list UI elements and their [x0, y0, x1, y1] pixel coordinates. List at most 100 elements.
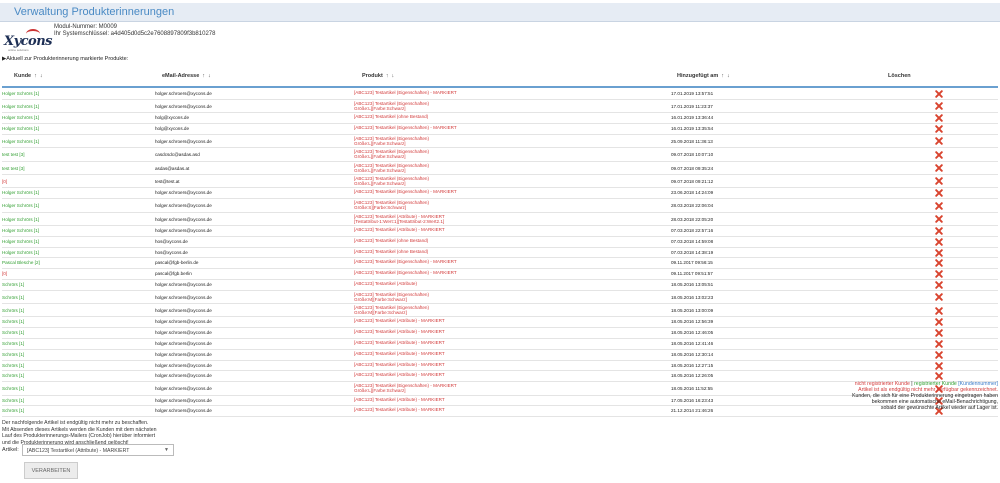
- email-cell: casdcsdc@asdas.asd: [155, 152, 200, 158]
- email-cell: holger.schroers@xycons.de: [155, 216, 212, 222]
- sort-asc-icon[interactable]: ↑: [721, 73, 724, 79]
- artikel-select[interactable]: [ABC123] Testartikel (Attribute) - MARKI…: [22, 444, 174, 456]
- product-link[interactable]: [ABC123] Testartikel (Eigenschaften) Größ…: [354, 200, 429, 210]
- customer-link[interactable]: [0]: [2, 271, 7, 276]
- customer-link[interactable]: Holger Schrörs [1]: [2, 190, 39, 195]
- customer-link[interactable]: Holger Schrörs [1]: [2, 126, 39, 131]
- delete-icon[interactable]: [935, 293, 943, 301]
- verarbeiten-button[interactable]: VERARBEITEN: [24, 462, 78, 479]
- product-line: [ABC123] Testartikel (Eigenschaften): [354, 162, 429, 168]
- sort-asc-icon[interactable]: ↑: [202, 73, 205, 79]
- product-link[interactable]: [ABC123] Testartikel (Eigenschaften) Größ…: [354, 136, 429, 146]
- customer-link[interactable]: Holger Schrörs [1]: [2, 217, 39, 222]
- delete-icon[interactable]: [935, 281, 943, 289]
- customer-link[interactable]: Schrörs [1]: [2, 386, 24, 391]
- product-link[interactable]: [ABC123] Testartikel (Attribute) - MARKI…: [354, 329, 445, 334]
- product-link[interactable]: [ABC123] Testartikel (Attribute) - MARKI…: [354, 214, 445, 224]
- delete-icon[interactable]: [935, 189, 943, 198]
- product-link[interactable]: [ABC123] Testartikel (Eigenschaften) Größ…: [354, 305, 429, 315]
- sort-desc-icon[interactable]: ↓: [208, 73, 211, 79]
- delete-icon[interactable]: [935, 318, 943, 327]
- product-link[interactable]: [ABC123] Testartikel (Attribute) - MARKI…: [354, 362, 445, 367]
- delete-icon[interactable]: [935, 201, 943, 210]
- table-row: [0] pascal@fgb.berlin [ABC123] Testartikel…: [2, 269, 998, 280]
- delete-icon[interactable]: [935, 270, 943, 278]
- delete-icon[interactable]: [935, 361, 943, 370]
- product-link[interactable]: [ABC123] Testartikel (Attribute) - MARKI…: [354, 227, 445, 232]
- customer-link[interactable]: Holger Schrörs [1]: [2, 115, 39, 120]
- customer-link[interactable]: Schrörs [1]: [2, 373, 24, 378]
- sort-desc-icon[interactable]: ↓: [727, 73, 730, 79]
- delete-icon[interactable]: [935, 259, 943, 268]
- customer-link[interactable]: Schrörs [1]: [2, 330, 24, 335]
- customer-link[interactable]: Holger Schrörs [1]: [2, 250, 39, 255]
- product-link[interactable]: [ABC123] Testartikel (Eigenschaften) Größ…: [354, 176, 429, 186]
- section-label[interactable]: ▶Aktuell zur Produkterinnerung markierte…: [2, 56, 128, 62]
- delete-icon[interactable]: [935, 150, 943, 159]
- product-link[interactable]: [ABC123] Testartikel (Eigenschaften) Größ…: [354, 101, 429, 111]
- delete-icon[interactable]: [935, 164, 943, 172]
- product-link[interactable]: [ABC123] Testartikel (Attribute) - MARKI…: [354, 407, 445, 412]
- customer-link[interactable]: Holger Schrörs [1]: [2, 104, 39, 109]
- product-link[interactable]: [ABC123] Testartikel (Attribute): [354, 281, 417, 286]
- product-link[interactable]: [ABC123] Testartikel (Eigenschaften) - M…: [354, 125, 457, 130]
- customer-link[interactable]: Schrörs [1]: [2, 308, 24, 313]
- customer-link[interactable]: Holger Schrörs [1]: [2, 228, 39, 233]
- customer-link[interactable]: Holger Schrörs [1]: [2, 91, 39, 96]
- sort-asc-icon[interactable]: ↑: [34, 73, 37, 79]
- customer-link[interactable]: test test [3]: [2, 166, 24, 171]
- product-link[interactable]: [ABC123] Testartikel (Attribute) - MARKI…: [354, 397, 445, 402]
- customer-link[interactable]: Schrörs [1]: [2, 408, 24, 413]
- product-link[interactable]: [ABC123] Testartikel (Eigenschaften) - M…: [354, 270, 457, 275]
- delete-icon[interactable]: [935, 372, 943, 381]
- product-link[interactable]: [ABC123] Testartikel (Eigenschaften) - M…: [354, 90, 457, 95]
- customer-link[interactable]: [0]: [2, 179, 7, 184]
- sort-asc-icon[interactable]: ↑: [386, 73, 389, 79]
- delete-icon[interactable]: [935, 329, 943, 338]
- product-link[interactable]: [ABC123] Testartikel (Attribute) - MARKI…: [354, 340, 445, 345]
- product-link[interactable]: [ABC123] Testartikel (Eigenschaften) Größ…: [354, 163, 429, 173]
- product-link[interactable]: [ABC123] Testartikel (Attribute) - MARKI…: [354, 351, 445, 356]
- delete-icon[interactable]: [935, 125, 943, 133]
- delete-icon[interactable]: [935, 114, 943, 122]
- customer-link[interactable]: Holger Schrörs [1]: [2, 139, 39, 144]
- product-line: Größe:L][Farbe:Schwarz]: [354, 180, 406, 186]
- customer-link[interactable]: Schrörs [1]: [2, 363, 24, 368]
- delete-icon[interactable]: [935, 351, 943, 359]
- product-link[interactable]: [ABC123] Testartikel (Attribute) - MARKI…: [354, 372, 445, 377]
- delete-icon[interactable]: [935, 215, 943, 223]
- customer-link[interactable]: Holger Schrörs [1]: [2, 203, 39, 208]
- customer-link[interactable]: Schrörs [1]: [2, 341, 24, 346]
- product-link[interactable]: [ABC123] Testartikel (Attribute) - MARKI…: [354, 318, 445, 323]
- delete-icon[interactable]: [935, 102, 943, 111]
- product-link[interactable]: [ABC123] Testartikel (ohne Bestand): [354, 249, 428, 254]
- customer-link[interactable]: test test [3]: [2, 152, 24, 157]
- customer-link[interactable]: Schrörs [1]: [2, 352, 24, 357]
- customer-link[interactable]: Schrörs [1]: [2, 282, 24, 287]
- email-cell: holger.schroers@xycons.de: [155, 319, 212, 325]
- delete-icon[interactable]: [935, 248, 943, 257]
- customer-link[interactable]: Schrörs [1]: [2, 398, 24, 403]
- customer-link[interactable]: Holger Schrörs [1]: [2, 239, 39, 244]
- product-line: [ABC123] Testartikel (Attribute) - MARKI…: [354, 226, 445, 232]
- delete-icon[interactable]: [935, 137, 943, 146]
- delete-icon[interactable]: [935, 340, 943, 348]
- delete-icon[interactable]: [935, 306, 943, 315]
- sort-desc-icon[interactable]: ↓: [40, 73, 43, 79]
- sort-desc-icon[interactable]: ↓: [392, 73, 395, 79]
- customer-link[interactable]: Schrörs [1]: [2, 319, 24, 324]
- product-link[interactable]: [ABC123] Testartikel (Eigenschaften) - M…: [354, 383, 457, 393]
- product-link[interactable]: [ABC123] Testartikel (ohne Bestand): [354, 238, 428, 243]
- delete-icon[interactable]: [935, 90, 943, 98]
- date-cell: 07.03.2018 22:57:16: [671, 227, 714, 233]
- customer-link[interactable]: Pascal Blesche [2]: [2, 260, 40, 265]
- product-link[interactable]: [ABC123] Testartikel (Eigenschaften) - M…: [354, 259, 457, 264]
- customer-link[interactable]: Schrörs [1]: [2, 295, 24, 300]
- product-link[interactable]: [ABC123] Testartikel (Eigenschaften) - M…: [354, 189, 457, 194]
- delete-icon[interactable]: [935, 177, 943, 186]
- delete-icon[interactable]: [935, 237, 943, 246]
- product-link[interactable]: [ABC123] Testartikel (Eigenschaften) Größ…: [354, 149, 429, 159]
- product-link[interactable]: [ABC123] Testartikel (ohne Bestand): [354, 114, 428, 119]
- delete-icon[interactable]: [935, 227, 943, 235]
- product-link[interactable]: [ABC123] Testartikel (Eigenschaften) Größ…: [354, 292, 429, 302]
